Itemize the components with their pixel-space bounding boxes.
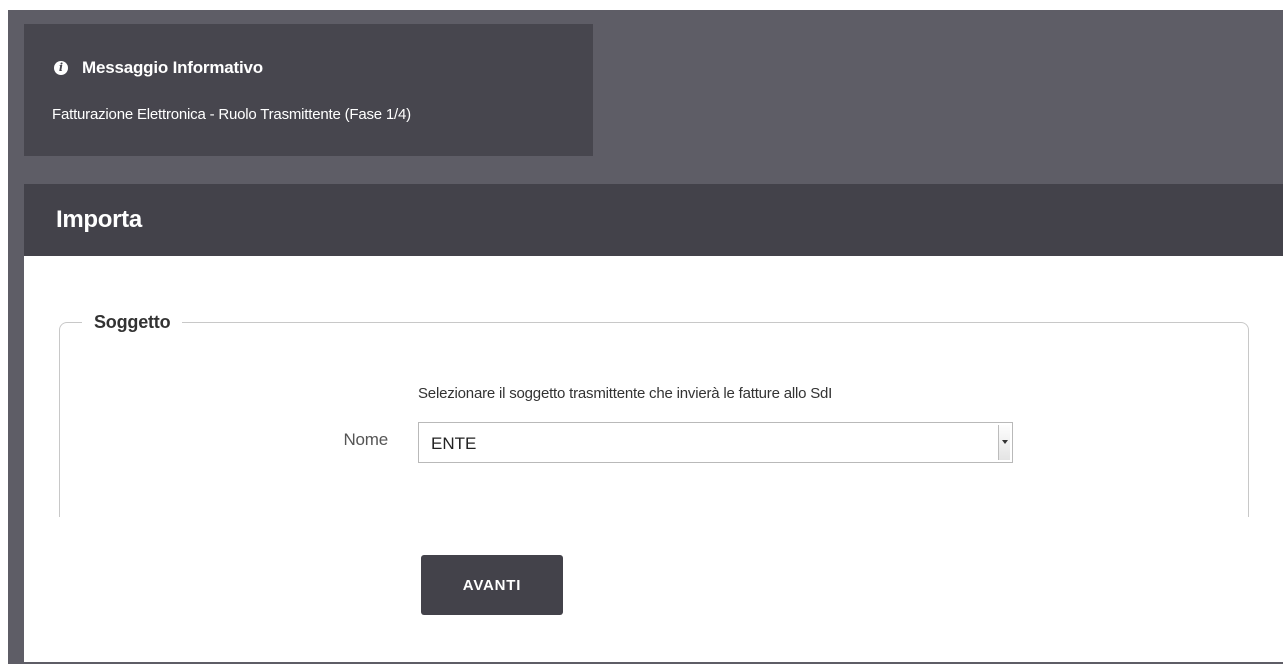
info-title-row: i Messaggio Informativo xyxy=(54,58,263,78)
info-circle-icon: i xyxy=(54,61,68,75)
fieldset-legend: Soggetto xyxy=(82,312,183,333)
nome-select[interactable]: ENTE xyxy=(418,422,1013,463)
avanti-button[interactable]: AVANTI xyxy=(421,555,563,615)
chevron-down-icon[interactable] xyxy=(998,425,1010,460)
field-hint: Selezionare il soggetto trasmittente che… xyxy=(418,385,833,402)
panel-header: Importa xyxy=(24,184,1283,256)
nome-select-value: ENTE xyxy=(431,434,477,453)
info-message: Fatturazione Elettronica - Ruolo Trasmit… xyxy=(52,106,411,123)
top-strip xyxy=(0,0,1283,10)
info-message-box: i Messaggio Informativo Fatturazione Ele… xyxy=(24,24,593,156)
nome-label: Nome xyxy=(343,430,388,449)
info-title: Messaggio Informativo xyxy=(82,58,263,77)
bottom-strip xyxy=(0,664,1283,668)
panel-body: Soggetto Selezionare il soggetto trasmit… xyxy=(24,256,1283,662)
fieldset-soggetto xyxy=(59,322,1249,517)
page-title: Importa xyxy=(56,206,142,233)
